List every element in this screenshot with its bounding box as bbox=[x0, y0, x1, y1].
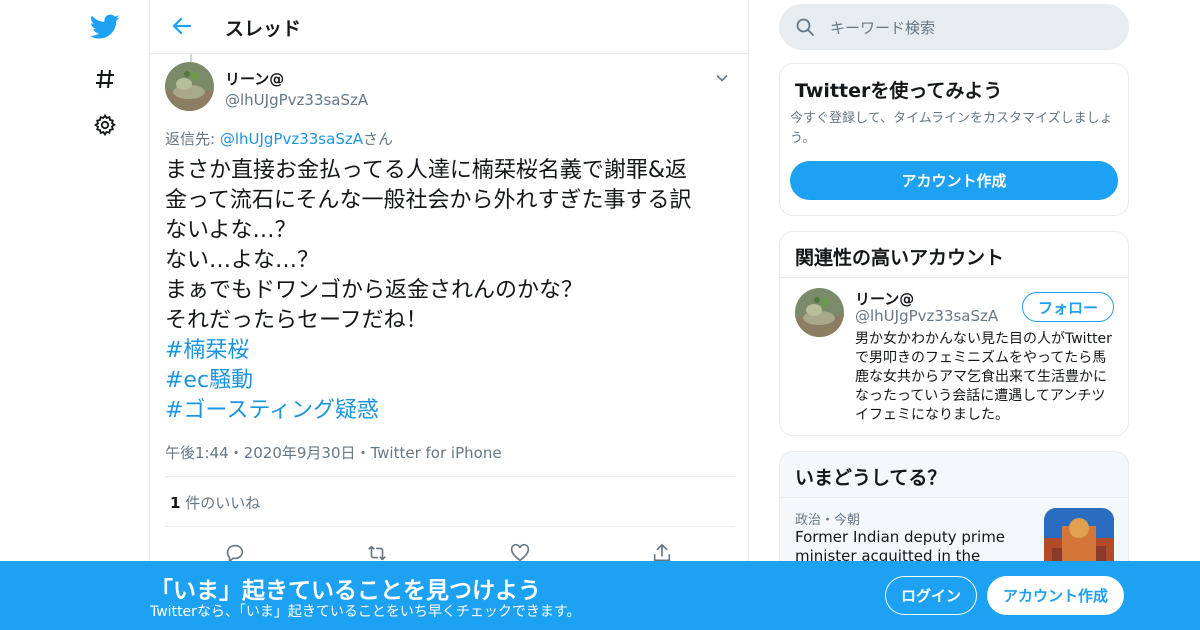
divider bbox=[165, 526, 735, 527]
trends-title: いまどうしてる？ bbox=[795, 467, 947, 489]
chevron-down-icon[interactable] bbox=[715, 70, 729, 84]
hashtag-icon[interactable] bbox=[90, 64, 120, 94]
user-handle: @lhUJgPvz33saSzA bbox=[225, 91, 369, 109]
related-accounts-title: 関連性の高いアカウント bbox=[795, 247, 1005, 269]
tweet-meta[interactable]: 午後1:44・2020年9月30日・Twitter for iPhone bbox=[165, 442, 502, 463]
twitter-logo-icon[interactable] bbox=[90, 12, 120, 42]
login-button[interactable]: ログイン bbox=[885, 576, 977, 615]
tweet-text: まさか直接お金払ってる人達に楠栞桜名義で謝罪&返 金って流石にそんな一般社会から… bbox=[165, 156, 735, 426]
tweet-line: それだったらセーフだね！ bbox=[165, 308, 428, 333]
avatar[interactable] bbox=[795, 288, 844, 337]
likes-count[interactable]: 1 件のいいね bbox=[170, 492, 260, 513]
hashtag-link[interactable]: #楠栞桜 bbox=[165, 336, 735, 366]
related-bio: 男か女かわかんない見た目の人がTwitterで男叩きのフェミニズムをやってたら馬… bbox=[855, 331, 1112, 423]
reply-prefix: 返信先: bbox=[165, 130, 220, 148]
reply-to: 返信先: @lhUJgPvz33saSzAさん bbox=[165, 128, 393, 149]
search-placeholder: キーワード検索 bbox=[830, 19, 936, 37]
page-title: スレッド bbox=[225, 18, 302, 40]
divider bbox=[165, 476, 735, 477]
banner-subtitle: Twitterなら、「いま」起きていることをいち早くチェックできます。 bbox=[150, 604, 581, 620]
thread-column: スレッド リーン@ @lhUJgPvz33saSzA 返信先: @lhUJgPv… bbox=[149, 0, 749, 630]
related-user-handle: @lhUJgPvz33saSzA bbox=[855, 307, 999, 325]
divider bbox=[780, 497, 1128, 498]
tweet-line: 金って流石にそんな一般社会から外れすぎた事する訳 bbox=[165, 188, 692, 213]
likes-label: 件のいいね bbox=[180, 494, 261, 512]
back-arrow-icon[interactable] bbox=[170, 14, 194, 38]
tweet: リーン@ @lhUJgPvz33saSzA 返信先: @lhUJgPvz33sa… bbox=[165, 62, 735, 564]
tweet-line: ない…よな…？ bbox=[165, 248, 320, 273]
divider bbox=[780, 277, 1128, 278]
hashtag-link[interactable]: #ec騒動 bbox=[165, 366, 735, 396]
tweet-line: まさか直接お金払ってる人達に楠栞桜名義で謝罪&返 bbox=[165, 158, 688, 183]
tweet-line: ないよな…？ bbox=[165, 218, 297, 243]
create-account-button[interactable]: アカウント作成 bbox=[790, 161, 1118, 200]
signup-banner: 「いま」起きていることを見つけよう Twitterなら、「いま」起きていることを… bbox=[0, 561, 1200, 630]
avatar[interactable] bbox=[165, 62, 214, 111]
banner-title: 「いま」起きていることを見つけよう bbox=[150, 578, 541, 604]
display-name: リーン@ bbox=[225, 70, 285, 88]
gear-icon[interactable] bbox=[90, 110, 120, 140]
signup-button[interactable]: アカウント作成 bbox=[987, 576, 1124, 615]
reply-suffix: さん bbox=[362, 130, 393, 148]
search-input[interactable]: キーワード検索 bbox=[779, 4, 1129, 50]
thread-header: スレッド bbox=[150, 0, 748, 54]
page: スレッド リーン@ @lhUJgPvz33saSzA 返信先: @lhUJgPv… bbox=[0, 0, 1200, 630]
signup-card-desc: 今すぐ登録して、タイムラインをカスタマイズしましょう。 bbox=[790, 111, 1113, 146]
follow-button[interactable]: フォロー bbox=[1022, 292, 1114, 322]
tweet-line: まぁでもドワンゴから返金されんのかな？ bbox=[165, 278, 584, 303]
search-icon bbox=[795, 17, 815, 37]
likes-number: 1 bbox=[170, 494, 181, 512]
related-display-name[interactable]: リーン@ bbox=[855, 288, 914, 309]
thread-connector-line bbox=[190, 54, 192, 62]
reply-handle-link[interactable]: @lhUJgPvz33saSzA bbox=[220, 130, 363, 148]
signup-card: Twitterを使ってみよう 今すぐ登録して、タイムラインをカスタマイズしましょ… bbox=[779, 63, 1129, 216]
trend-category: 政治・今朝 bbox=[795, 513, 861, 528]
related-accounts-card: 関連性の高いアカウント リーン@ @lhUJgPvz33saSzA フォロー 男… bbox=[779, 231, 1129, 436]
tweet-user[interactable]: リーン@ @lhUJgPvz33saSzA bbox=[225, 68, 368, 109]
signup-card-title: Twitterを使ってみよう bbox=[795, 80, 1003, 102]
hashtag-link[interactable]: #ゴースティング疑惑 bbox=[165, 396, 735, 426]
